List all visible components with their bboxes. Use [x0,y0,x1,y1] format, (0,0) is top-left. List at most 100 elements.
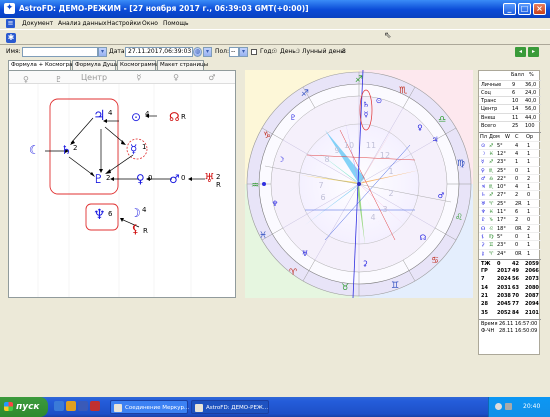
quicklaunch-desktop-icon[interactable] [78,401,88,411]
stats-row-ball: 25 [512,123,519,129]
start-button[interactable]: пуск [0,397,48,417]
network-icon[interactable] [495,403,502,410]
day-icon: ☽ [295,48,301,55]
moon-glyph-left[interactable]: ☾ [29,144,40,156]
neptune-number: 6 [108,210,113,218]
name-dropdown-icon[interactable]: ▾ [98,47,107,57]
formula-panel: Центр ☿ ♀ ♂ ♀ ♇ ☾ ♄ 2 ♃ 4 ⊙ 4 ☊ R ☿ 1 ♇ … [8,70,236,298]
next-button[interactable]: ▸ [528,47,539,57]
date-dropdown-icon[interactable]: ▾ [203,47,212,57]
cosmogram-chart[interactable]: ♐ ♏ ♎ ♍ ♌ ♋ ♊ ♉ ♈ ♓ ♒ ♑ ♐ ♄ ☿ ⊙ ♀ ♃ ☽ ♆ … [245,69,473,299]
menu-analysis[interactable]: Анализ данных [58,20,107,27]
desktop-window: ✦ AstroFD: ДЕМО-РЕЖИМ - [27 ноября 2017 … [0,0,550,417]
svg-text:♆: ♆ [272,199,279,208]
svg-text:☊: ☊ [420,233,427,242]
document-icon[interactable]: ≡ [6,19,15,28]
clock: 20:40 [523,403,541,410]
prev-button[interactable]: ◂ [515,47,526,57]
years-cell: 2017 [497,268,511,275]
tab-page-layout[interactable]: Макет страницы [157,60,208,70]
menu-document[interactable]: Документ [22,20,53,27]
planet-row[interactable]: ♄ ♐ 27° 2 0 [479,190,541,198]
planet-row[interactable]: ☊ ♌ 18° 0R 2 [479,223,541,232]
stats-header-row: Балл % [479,71,541,79]
planet-row[interactable]: ⚷ ♈ 24° 0R 1 [479,248,541,257]
date-input[interactable]: 27.11.2017,06:39:03 [125,47,193,57]
planet-row[interactable]: ☽ ♓ 12° 4 1 [479,148,541,157]
task-astrofd[interactable]: AstroFD: ДЕМО-РЕЖ... [191,400,269,414]
menu-bar: ≡ Документ Анализ данных Настройки Окно … [0,18,550,29]
years-cell: 2080 [525,284,539,291]
pluto-glyph[interactable]: ♇ [93,173,104,185]
years-row: 28 2045 77 2094 [479,300,541,308]
pol-select[interactable]: -- [229,47,239,57]
planet-row[interactable]: ⚳ ♊ 23° 0 1 [479,240,541,248]
tab-cosmogram[interactable]: Космограмма [117,60,159,70]
stats-panel: Балл % Личные 9 36,0 Соц 6 24,0 Транс 10 40,0 Цен… [478,70,541,355]
sun-glyph[interactable]: ⊙ [131,111,141,123]
years-cell: 84 [512,309,519,316]
menu-window[interactable]: Окно [142,20,158,27]
planet-row[interactable]: ♆ ♓ 11° 6 1 [479,207,541,215]
menu-help[interactable]: Помощь [163,20,189,27]
neptune-glyph[interactable]: ♆ [93,208,106,222]
minimize-button[interactable]: _ [503,3,516,15]
svg-text:11: 11 [366,141,376,150]
moon-glyph[interactable]: ☽ [130,207,141,219]
planet-row[interactable]: ♅ ♈ 25° 2R 1 [479,198,541,207]
svg-text:♀: ♀ [417,123,423,132]
planet-row[interactable]: ♂ ♎ 22° 0 2 [479,173,541,182]
quicklaunch-opera-icon[interactable] [90,401,100,411]
pol-checkbox[interactable] [251,49,257,55]
planet-row[interactable]: ♃ ♏ 10° 4 1 [479,182,541,190]
menu-settings[interactable]: Настройки [107,20,141,27]
saturn-glyph[interactable]: ♄ [61,144,72,156]
planet-row[interactable]: ♇ ♑ 17° 2 0 [479,215,541,223]
volume-icon[interactable] [505,403,512,410]
cursor-icon: ⇖ [384,31,392,41]
windows-logo-icon [4,402,13,411]
svg-text:9: 9 [334,146,339,155]
maximize-button[interactable]: □ [518,3,531,15]
planet-row[interactable]: ⊙ ♐ 5° 4 1 [479,140,541,149]
years-header-row: ТЖ 0 42 2059 [479,258,541,267]
planet-row[interactable]: ☿ ♐ 23° 1 1 [479,157,541,165]
task-connection[interactable]: Соединение Меркур... [110,400,189,414]
mercury-glyph[interactable]: ☿ [130,143,137,155]
mars-glyph[interactable]: ♂ [169,173,180,185]
moon-number: 4 [142,206,147,214]
stats-row: Транс 10 40,0 [479,96,541,104]
lunar-label: Лунный день: [302,48,346,55]
pol-dropdown-icon[interactable]: ▾ [239,47,248,57]
years-cell: 2031 [497,284,511,291]
globe-icon[interactable]: ◍ [193,47,202,57]
stats-row-pct: 100 [525,123,535,129]
tab-soul-formula[interactable]: Формула Души [72,60,119,70]
name-input[interactable] [22,47,98,57]
planet-row[interactable]: ♀ ♏ 25° 0 1 [479,165,541,174]
svg-text:1: 1 [388,167,393,176]
stats-row: Всего 25 100 [479,121,541,129]
svg-text:☽: ☽ [278,155,285,164]
svg-text:8: 8 [324,155,329,164]
svg-text:☿: ☿ [364,110,369,119]
years-cell: 63 [512,284,519,291]
name-label: Имя: [6,48,21,55]
quicklaunch-ie-icon[interactable] [54,401,64,411]
title-bar[interactable]: ✦ AstroFD: ДЕМО-РЕЖИМ - [27 ноября 2017 … [0,0,550,18]
close-button[interactable]: × [533,3,546,15]
planet-row[interactable]: ⚸ ♍ 5° 0 1 [479,231,541,240]
uranus-retro: R [216,181,221,189]
uranus-glyph[interactable]: ♅ [204,172,215,184]
svg-text:6: 6 [320,193,325,202]
lilith-glyph[interactable]: ⚸ [131,223,140,235]
years-cell: 77 [512,301,519,308]
node-glyph[interactable]: ☊ [169,111,180,123]
fchs-row: Ф-ЧН 28.11 16:50:09 [479,327,541,335]
svg-text:♇: ♇ [290,113,297,122]
chart-tool-icon[interactable]: ✱ [6,33,16,43]
years-cell: 14 [481,284,488,291]
quicklaunch-folder-icon[interactable] [66,401,76,411]
venus-glyph[interactable]: ♀ [136,173,145,185]
jupiter-glyph[interactable]: ♃ [93,109,106,123]
